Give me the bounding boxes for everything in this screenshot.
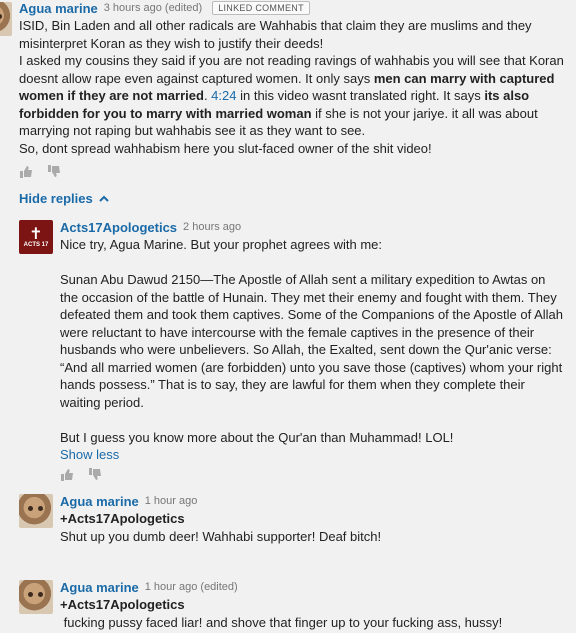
cross-icon: ✝ [29,223,43,243]
reply-comment: Acts17Apologetics 2 hours ago Nice try, … [60,219,565,482]
comment-paragraph: Nice try, Agua Marine. But your prophet … [60,237,383,252]
comment-paragraph: Sunan Abu Dawud 2150—The Apostle of Alla… [60,272,563,410]
comment-time[interactable]: 3 hours ago (edited) [104,2,202,14]
comment-actions [19,165,564,179]
comment-paragraph: Shut up you dumb deer! Wahhabi supporter… [60,528,382,544]
comment-paragraph: So, dont spread wahhabism here you slut-… [19,140,432,156]
linked-comment-badge: LINKED COMMENT [212,1,310,15]
comment-header: Agua marine 1 hour ago (edited) [60,579,565,595]
comment-header: Acts17Apologetics 2 hours ago [60,219,565,235]
comment-time[interactable]: 1 hour ago [145,495,198,507]
avatar-agua-marine[interactable] [19,494,53,528]
comment-body: +Acts17Apologetics Shut up you dumb deer… [60,510,565,545]
reply-comment: Agua marine 1 hour ago (edited) +Acts17A… [60,579,565,631]
comment-paragraph: fucking pussy faced liar! and shove that… [60,614,503,630]
thumb-down-icon[interactable] [88,468,102,482]
comment-author[interactable]: Agua marine [60,494,139,509]
comment-body: +Acts17Apologetics fucking pussy faced l… [60,596,565,631]
comment-author[interactable]: Agua marine [19,1,98,16]
comment-header: Agua marine 1 hour ago [60,493,565,509]
avatar-label: ACTS 17 [23,241,49,248]
comment-paragraph: I asked my cousins they said if you are … [19,52,564,140]
hide-replies-button[interactable]: Hide replies [19,191,109,206]
thumb-up-icon[interactable] [60,468,74,482]
comment-time[interactable]: 1 hour ago (edited) [145,581,238,593]
root-comment: Agua marine 3 hours ago (edited) LINKED … [19,0,564,179]
avatar-acts17[interactable]: ✝ ACTS 17 [19,220,53,254]
comment-time[interactable]: 2 hours ago [183,221,241,233]
comment-actions [60,468,565,482]
comment-body: Nice try, Agua Marine. But your prophet … [60,236,565,446]
comment-author[interactable]: Agua marine [60,580,139,595]
chevron-up-icon [98,195,109,202]
comment-author[interactable]: Acts17Apologetics [60,220,177,235]
avatar-agua-marine[interactable] [19,580,53,614]
comment-paragraph: ISID, Bin Laden and all other radicals a… [19,18,532,51]
text-segment: in this video wasnt translated right. It… [236,88,485,103]
hide-replies-label: Hide replies [19,191,93,206]
comment-header: Agua marine 3 hours ago (edited) LINKED … [19,0,564,16]
comment-body: ISID, Bin Laden and all other radicals a… [19,17,564,157]
thumb-down-icon[interactable] [47,165,61,179]
avatar-root[interactable] [0,2,12,36]
show-less-link[interactable]: Show less [60,447,565,462]
comment-paragraph: But I guess you know more about the Qur'… [60,429,454,445]
timestamp-link[interactable]: 4:24 [211,88,236,103]
mention[interactable]: +Acts17Apologetics [60,510,565,528]
mention[interactable]: +Acts17Apologetics [60,596,565,614]
thumb-up-icon[interactable] [19,165,33,179]
reply-comment: Agua marine 1 hour ago +Acts17Apologetic… [60,493,565,545]
